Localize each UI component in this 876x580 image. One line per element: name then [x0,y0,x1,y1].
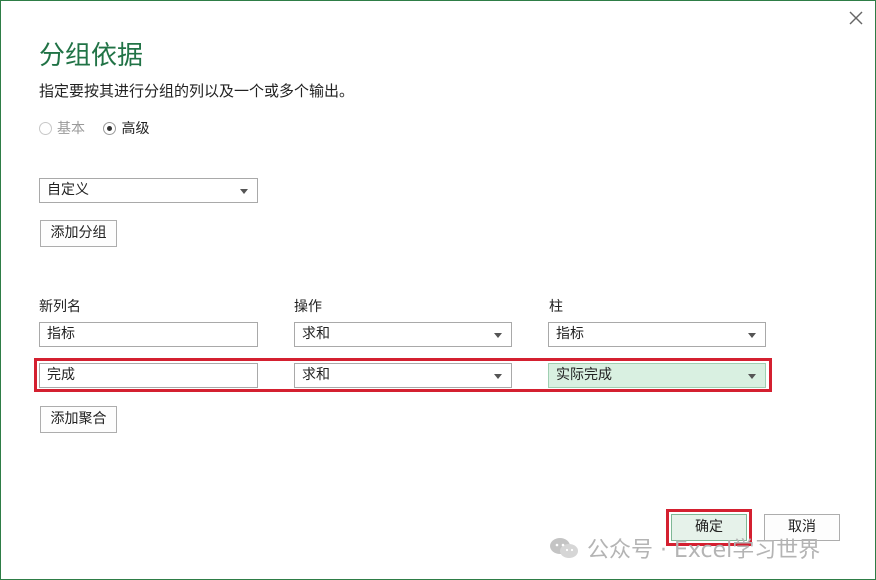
radio-circle-icon [39,121,52,135]
chevron-down-icon [748,333,756,338]
aggregation-1-operation-value: 求和 [302,326,330,342]
group-by-select-value: 自定义 [47,182,89,198]
aggregation-1-name-value: 指标 [47,326,75,342]
aggregation-2-highlight-box [34,358,772,392]
dialog-title: 分组依据 [39,41,144,71]
mode-radio-group: 基本 高级 [39,118,163,139]
new-column-name-header: 新列名 [39,299,81,315]
advanced-radio[interactable]: 高级 [103,118,149,138]
close-button[interactable] [845,7,867,29]
wechat-icon [549,537,579,559]
close-icon [849,11,863,25]
operation-header: 操作 [294,299,322,315]
group-by-dialog: 分组依据 指定要按其进行分组的列以及一个或多个输出。 基本 高级 自定义 添加分… [0,0,876,580]
aggregation-1-column-value: 指标 [556,326,584,342]
radio-checked-icon [103,121,117,135]
aggregation-1-name-input[interactable]: 指标 [39,322,258,347]
chevron-down-icon [494,333,502,338]
watermark-text: 公众号 · Excel学习世界 [587,538,821,563]
chevron-down-icon [240,189,248,194]
basic-radio-label: 基本 [57,121,85,137]
column-header: 柱 [549,299,563,315]
add-aggregation-button[interactable]: 添加聚合 [40,406,117,433]
watermark: 公众号 · Excel学习世界 [549,532,820,564]
add-group-button[interactable]: 添加分组 [40,220,117,247]
aggregation-1-operation-select[interactable]: 求和 [294,322,512,347]
group-by-column-select[interactable]: 自定义 [39,178,258,203]
aggregation-1-column-select[interactable]: 指标 [548,322,766,347]
advanced-radio-label: 高级 [121,121,150,137]
dialog-subtitle: 指定要按其进行分组的列以及一个或多个输出。 [39,82,355,100]
basic-radio[interactable]: 基本 [39,118,85,138]
